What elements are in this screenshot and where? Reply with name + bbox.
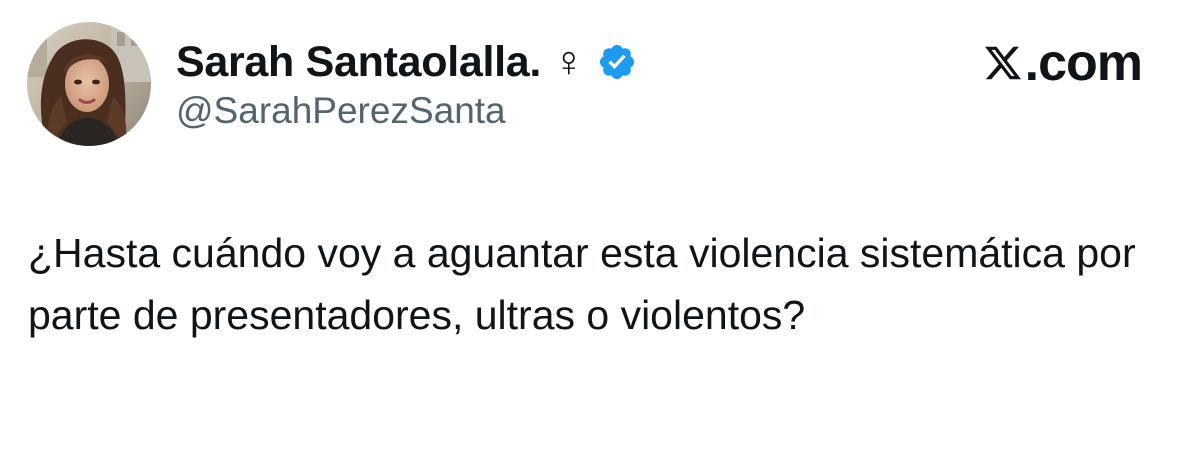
author-handle[interactable]: @SarahPerezSanta bbox=[176, 90, 506, 132]
brand-domain-text: .com bbox=[1024, 34, 1143, 92]
avatar[interactable] bbox=[27, 22, 151, 146]
verified-badge-icon bbox=[597, 42, 637, 82]
author-name-text[interactable]: Sarah Santaolalla. ♀ bbox=[176, 38, 585, 87]
tweet-text: ¿Hasta cuándo voy a aguantar esta violen… bbox=[28, 230, 1136, 338]
profile-photo-icon bbox=[27, 22, 151, 146]
brand-logo: .com bbox=[983, 33, 1143, 93]
author-display-name[interactable]: Sarah Santaolalla. ♀ bbox=[176, 36, 637, 88]
x-logo-icon bbox=[983, 43, 1023, 83]
